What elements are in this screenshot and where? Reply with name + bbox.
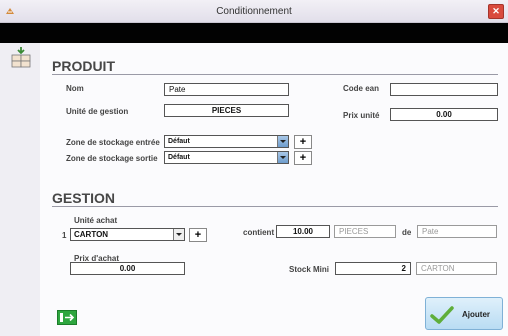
unite-achat-label: Unité achat	[74, 216, 118, 225]
add-zone-entree-button[interactable]: +	[294, 135, 312, 149]
exit-icon	[60, 313, 75, 322]
gestion-divider	[52, 206, 498, 207]
zone-entree-label: Zone de stockage entrée	[66, 138, 160, 147]
nom-label: Nom	[66, 84, 84, 93]
plus-icon: +	[299, 152, 307, 164]
produit-heading: PRODUIT	[52, 58, 115, 74]
zone-sortie-select[interactable]: Défaut	[164, 151, 289, 164]
contient-label: contient	[243, 228, 275, 237]
unite-gestion-label: Unité de gestion	[66, 107, 129, 116]
close-button[interactable]: ✕	[488, 4, 504, 19]
code-ean-field[interactable]	[390, 83, 498, 96]
title-bar: Conditionnement ✕	[0, 0, 508, 23]
unite-gestion-field[interactable]: PIECES	[164, 104, 289, 117]
contient-field[interactable]: 10.00	[276, 225, 330, 238]
add-zone-sortie-button[interactable]: +	[294, 151, 312, 165]
produit-divider	[52, 74, 498, 75]
add-unite-achat-button[interactable]: +	[189, 228, 207, 242]
dropdown-arrow-icon[interactable]	[173, 229, 184, 240]
zone-sortie-label: Zone de stockage sortie	[66, 154, 158, 163]
header-band	[0, 23, 508, 43]
zone-entree-value: Défaut	[168, 138, 190, 145]
nom-field[interactable]: Pate	[164, 83, 289, 96]
zone-entree-select[interactable]: Défaut	[164, 135, 289, 148]
unite-achat-select[interactable]: CARTON	[70, 228, 185, 241]
plus-icon: +	[299, 136, 307, 148]
de-label: de	[402, 228, 412, 237]
row-number: 1	[62, 231, 67, 240]
ajouter-label: Ajouter	[462, 310, 490, 319]
dropdown-arrow-icon[interactable]	[277, 152, 288, 163]
prix-unite-field[interactable]: 0.00	[390, 108, 498, 121]
unite-achat-value: CARTON	[74, 230, 109, 239]
sidebar	[0, 43, 40, 336]
exit-button[interactable]	[57, 310, 77, 325]
prix-unite-label: Prix unité	[343, 111, 380, 120]
contient-unit: PIECES	[334, 225, 396, 238]
dropdown-arrow-icon[interactable]	[277, 136, 288, 147]
plus-icon: +	[194, 229, 202, 241]
de-field: Pate	[417, 225, 497, 238]
stock-mini-unit: CARTON	[416, 262, 497, 275]
stock-mini-label: Stock Mini	[289, 265, 330, 274]
window-title: Conditionnement	[216, 6, 292, 17]
stock-mini-field[interactable]: 2	[335, 262, 411, 275]
prix-achat-field[interactable]: 0.00	[70, 262, 185, 275]
gestion-heading: GESTION	[52, 190, 116, 206]
code-ean-label: Code ean	[343, 84, 380, 93]
close-icon: ✕	[492, 6, 500, 16]
zone-sortie-value: Défaut	[168, 154, 190, 161]
check-icon	[430, 306, 454, 324]
ajouter-button[interactable]: Ajouter	[425, 297, 503, 330]
conditionnement-icon	[11, 47, 31, 68]
